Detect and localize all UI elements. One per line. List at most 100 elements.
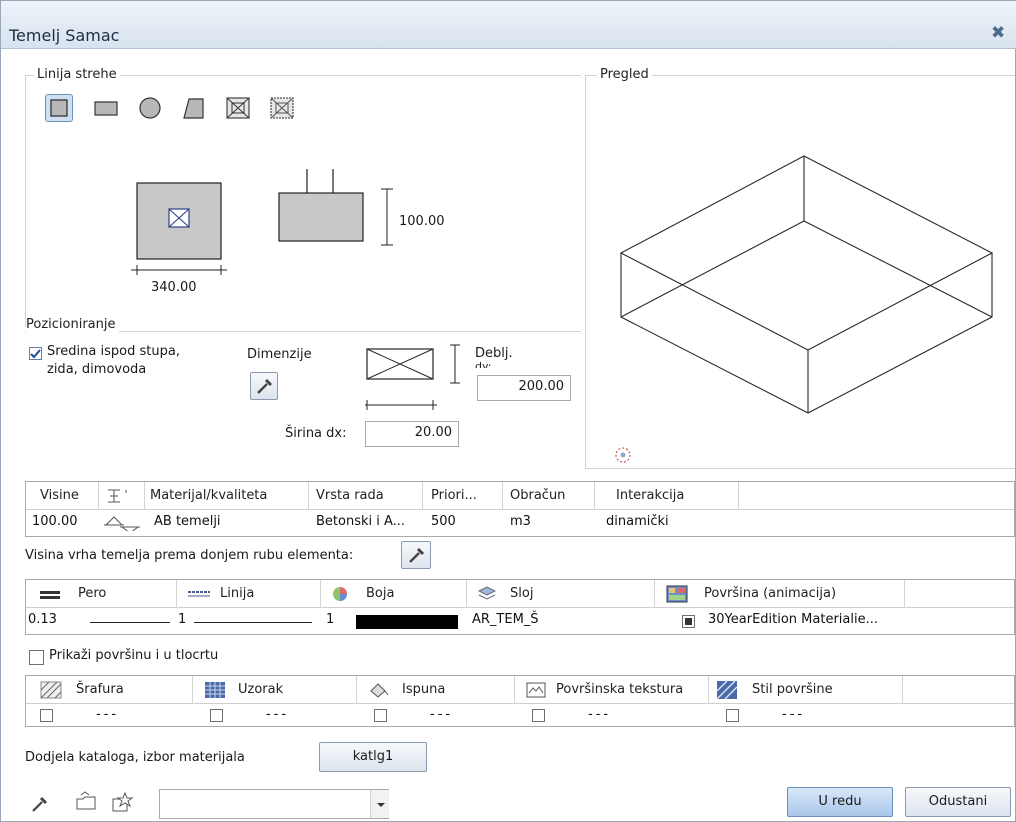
cancel-button[interactable]: Odustani [905,787,1011,817]
col-pattern[interactable]: Uzorak [238,676,283,704]
row-layer: AR_TEM_Š [472,612,539,627]
surface-animation-icon [666,585,688,603]
format-table: Pero Linija Boja Sloj Površina (animacij… [25,579,1015,635]
fill-bucket-icon [370,683,389,698]
col-material[interactable]: Materijal/kvaliteta [150,482,267,510]
center-checkbox-label-line2: zida, dimovoda [47,362,147,377]
width-dx-input[interactable]: 20.00 [365,421,459,447]
chevron-down-icon[interactable] [370,790,389,818]
rotate-view-icon[interactable] [613,445,633,465]
thickness-input[interactable]: 200.00 [477,375,571,401]
surface-texture-icon [526,682,546,698]
fill-value: --- [430,707,454,722]
catalog-label: Dodjela kataloga, izbor materijala [25,750,245,765]
col-surface[interactable]: Površina (animacija) [704,580,836,608]
plan-width-dimension: 340.00 [151,280,197,295]
col-color[interactable]: Boja [366,580,394,608]
row-line: 1 [178,612,187,627]
surface-checkbox[interactable] [682,615,695,628]
col-interaction[interactable]: Interakcija [616,482,684,510]
roof-line-group-label: Linija strehe [34,67,120,82]
dimensions-label: Dimenzije [247,347,312,362]
eyedropper-icon[interactable] [29,792,51,814]
eyedropper-icon [257,378,273,394]
pen-icon [40,591,60,599]
preview-group-label: Pregled [597,67,652,82]
col-layer[interactable]: Sloj [510,580,533,608]
thickness-label-line2: dy: [475,360,492,368]
row-material: AB temelji [154,514,221,529]
elevation-view-drawing [278,169,393,246]
row-calc: m3 [510,514,531,529]
hatching-checkbox[interactable] [40,709,53,722]
surface-style-value: --- [782,707,806,722]
ok-button[interactable]: U redu [787,787,893,817]
surface-style-icon [716,680,738,700]
surface-texture-checkbox[interactable] [532,709,545,722]
table-row[interactable]: 0.13 1 1 AR_TEM_Š 30YearEdition Material… [26,609,1014,634]
col-pen[interactable]: Pero [78,580,106,608]
rectangle-shape-icon[interactable] [93,96,119,120]
col-surface-texture[interactable]: Površinska tekstura [556,676,683,704]
color-wheel-icon [333,587,347,601]
row-color: 1 [326,612,335,627]
top-height-label: Visina vrha temelja prema donjem rubu el… [25,548,354,563]
section-dimension-drawing [365,344,460,410]
col-calculation[interactable]: Obračun [510,482,565,510]
line-type-icon [188,591,210,597]
preview-3d-box [619,155,994,414]
col-surface-style[interactable]: Stil površine [752,676,833,704]
table-row[interactable]: --- --- --- --- --- [26,705,1014,727]
folder-open-icon[interactable] [75,791,99,813]
col-visine[interactable]: Visine [40,482,79,510]
row-work-type: Betonski i A... [316,514,406,529]
row-priority: 500 [431,514,456,529]
fill-table: Šrafura Uzorak Ispuna Površinska tekstur… [25,675,1015,727]
thickness-label-line1: Deblj. [475,346,513,361]
center-checkbox-label-line1: Sredina ispod stupa, [47,344,180,359]
fill-checkbox[interactable] [374,709,387,722]
box-cross-dotted-shape-icon[interactable] [269,96,295,120]
hatching-icon [40,681,62,699]
window-title: Temelj Samac [9,26,120,45]
close-icon[interactable]: ✖ [991,23,1005,43]
elevation-height-dimension: 100.00 [399,214,445,229]
center-under-column-checkbox[interactable] [29,347,42,360]
square-shape-icon[interactable] [45,94,73,122]
favorite-save-icon[interactable] [111,791,135,813]
width-dx-label: Širina dx: [285,426,347,441]
level-arrows-icon [104,516,140,531]
col-priority[interactable]: Priori... [431,482,477,510]
col-hatching[interactable]: Šrafura [76,676,124,704]
row-pen: 0.13 [28,612,57,627]
show-surface-in-plan-checkbox[interactable] [29,650,44,665]
trapezoid-shape-icon[interactable] [181,96,207,120]
surface-style-checkbox[interactable] [726,709,739,722]
circle-shape-icon[interactable] [137,96,163,120]
layer-icon [478,586,496,600]
dialog-window: Temelj Samac ✖ Linija strehe 340.00 100.… [0,0,1016,822]
top-height-pick-button[interactable] [401,541,431,569]
col-work-type[interactable]: Vrsta rada [316,482,384,510]
col-fill[interactable]: Ispuna [402,676,445,704]
positioning-group-label: Pozicioniranje [26,317,119,332]
heights-table: Visine Materijal/kvaliteta Vrsta rada Pr… [25,481,1015,537]
col-line[interactable]: Linija [220,580,254,608]
color-swatch[interactable] [356,615,458,629]
height-reference-icon[interactable] [104,487,140,505]
hatching-value: --- [96,707,120,722]
favorites-combo[interactable] [159,789,389,819]
catalog-button[interactable]: katlg1 [319,742,427,772]
plan-view-drawing [131,182,227,275]
title-bar: Temelj Samac ✖ [1,1,1016,49]
row-interaction: dinamički [606,514,669,529]
dimensions-pick-button[interactable] [250,372,278,400]
box-cross-shape-icon[interactable] [225,96,251,120]
table-row[interactable]: 100.00 AB temelji Betonski i A... 500 m3… [26,511,1014,536]
row-surface: 30YearEdition Materialie... [708,612,878,627]
eyedropper-icon [409,547,425,563]
pattern-checkbox[interactable] [210,709,223,722]
pattern-icon [205,682,225,698]
show-surface-label: Prikaži površinu i u tlocrtu [49,648,219,663]
row-visine: 100.00 [32,514,78,529]
